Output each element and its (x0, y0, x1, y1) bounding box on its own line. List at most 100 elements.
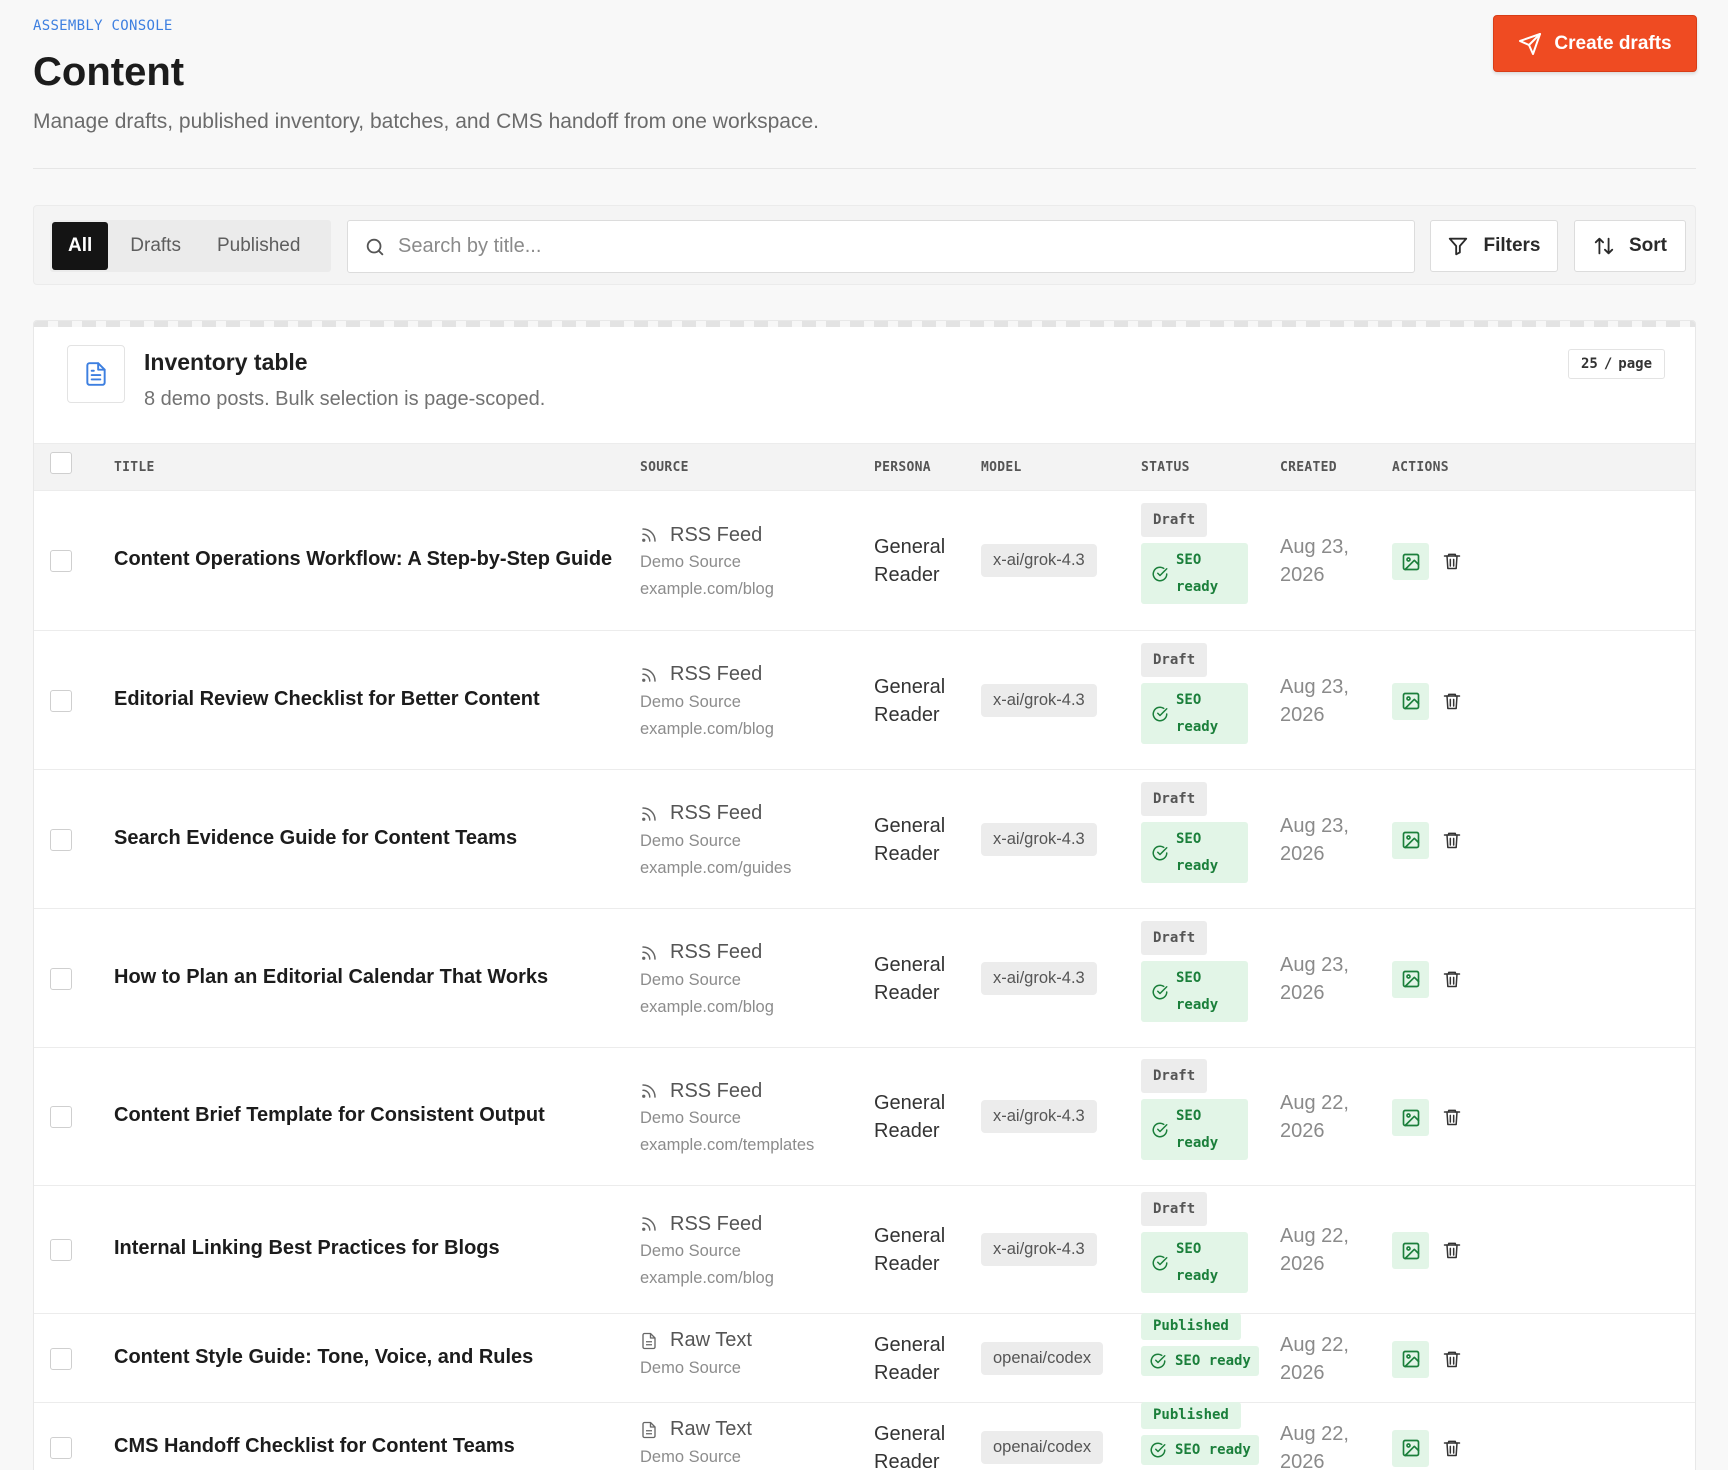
per-page-select[interactable]: 25 / page (1567, 349, 1665, 379)
per-page-sep: / (1603, 356, 1613, 372)
row-checkbox[interactable] (50, 828, 72, 851)
check-circle-icon (1152, 1122, 1168, 1138)
status-badge: Draft (1141, 642, 1208, 677)
persona-cell: General Reader (874, 1222, 945, 1278)
status-badge: Published (1141, 1401, 1241, 1429)
header-divider (33, 168, 1696, 169)
created-date: Aug 23, 2026 (1280, 951, 1349, 1007)
persona-line1: General (874, 1092, 946, 1114)
source-cell: RSS Feed Demo Source example.com/blog (640, 661, 774, 743)
row-checkbox[interactable] (50, 550, 72, 572)
table-row[interactable]: Content Operations Workflow: A Step-by-S… (34, 491, 1695, 631)
created-line2: 2026 (1280, 1361, 1325, 1384)
seo-label-line2: ready (1176, 857, 1219, 874)
column-title[interactable]: TITLE (114, 460, 155, 475)
search-input[interactable] (398, 235, 1378, 258)
source-url: example.com/blog (640, 580, 774, 598)
generate-image-button[interactable] (1392, 821, 1429, 859)
generate-image-button[interactable] (1392, 1340, 1429, 1378)
model-badge: x-ai/grok-4.3 (981, 683, 1097, 717)
source-cell: RSS Feed Demo Source example.com/blog (640, 521, 774, 603)
table-row[interactable]: How to Plan an Editorial Calendar That W… (34, 909, 1695, 1048)
column-source[interactable]: SOURCE (640, 460, 689, 475)
persona-line2: Reader (874, 703, 940, 726)
source-url: example.com/guides (640, 858, 792, 877)
row-checkbox[interactable] (50, 689, 72, 712)
created-line2: 2026 (1280, 703, 1325, 726)
image-icon (1402, 1109, 1419, 1126)
sort-button[interactable]: Sort (1574, 220, 1686, 272)
source-type: RSS Feed (640, 661, 774, 689)
column-persona[interactable]: PERSONA (874, 460, 931, 475)
row-checkbox[interactable] (50, 967, 72, 990)
persona-line2: Reader (874, 1361, 940, 1384)
table-row[interactable]: Content Style Guide: Tone, Voice, and Ru… (34, 1312, 1695, 1403)
status-badge: Draft (1141, 503, 1208, 537)
post-title[interactable]: Search Evidence Guide for Content Teams (114, 827, 517, 850)
delete-button[interactable] (1440, 827, 1464, 853)
post-title[interactable]: How to Plan an Editorial Calendar That W… (114, 966, 548, 989)
check-circle-icon (1152, 705, 1168, 721)
seo-label-line1: SEO (1176, 969, 1202, 986)
created-date: Aug 22, 2026 (1280, 1089, 1349, 1145)
created-date: Aug 22, 2026 (1280, 1420, 1349, 1470)
delete-button[interactable] (1440, 1346, 1464, 1372)
filters-button[interactable]: Filters (1430, 220, 1558, 272)
tab-drafts[interactable]: Drafts (112, 222, 199, 270)
delete-button[interactable] (1440, 548, 1464, 574)
trash-icon (1443, 1242, 1461, 1259)
select-all-checkbox[interactable] (50, 452, 72, 474)
column-status[interactable]: STATUS (1141, 460, 1190, 475)
check-circle-icon (1150, 1441, 1166, 1457)
created-line1: Aug 22, (1280, 1422, 1349, 1445)
table-row[interactable]: Internal Linking Best Practices for Blog… (34, 1186, 1695, 1314)
create-drafts-button[interactable]: Create drafts (1493, 15, 1697, 72)
persona-line2: Reader (874, 1450, 940, 1470)
table-row[interactable]: Editorial Review Checklist for Better Co… (34, 631, 1695, 770)
post-title[interactable]: Internal Linking Best Practices for Blog… (114, 1237, 500, 1260)
post-title[interactable]: Content Style Guide: Tone, Voice, and Ru… (114, 1346, 533, 1369)
rss-icon (642, 1084, 656, 1098)
toolbar: All Drafts Published Filters Sort (33, 205, 1696, 285)
seo-ready-badge: SEO ready (1141, 1345, 1259, 1376)
post-title[interactable]: Editorial Review Checklist for Better Co… (114, 688, 540, 711)
post-title[interactable]: Content Operations Workflow: A Step-by-S… (114, 548, 612, 571)
delete-button[interactable] (1440, 1435, 1464, 1461)
column-model[interactable]: MODEL (981, 460, 1022, 475)
post-title[interactable]: CMS Handoff Checklist for Content Teams (114, 1435, 515, 1458)
post-title[interactable]: Content Brief Template for Consistent Ou… (114, 1104, 545, 1127)
delete-button[interactable] (1440, 1237, 1464, 1263)
generate-image-button[interactable] (1392, 682, 1429, 720)
row-checkbox[interactable] (50, 1436, 72, 1459)
delete-button[interactable] (1440, 966, 1464, 992)
tab-all[interactable]: All (52, 222, 109, 270)
source-url: example.com/blog (640, 997, 774, 1016)
status-badge: Draft (1141, 1059, 1208, 1093)
model-badge: x-ai/grok-4.3 (981, 544, 1097, 577)
row-checkbox[interactable] (50, 1106, 72, 1128)
filters-label: Filters (1483, 235, 1541, 256)
source-type-label: RSS Feed (670, 1079, 763, 1102)
generate-image-button[interactable] (1392, 1099, 1429, 1136)
source-cell: RSS Feed Demo Source example.com/blog (640, 1210, 774, 1292)
delete-button[interactable] (1440, 1104, 1464, 1130)
table-row[interactable]: Search Evidence Guide for Content Teams … (34, 770, 1695, 909)
row-checkbox[interactable] (50, 1239, 72, 1261)
model-badge: openai/codex (981, 1430, 1104, 1464)
delete-button[interactable] (1440, 688, 1464, 714)
filter-icon (1449, 237, 1468, 256)
generate-image-button[interactable] (1392, 960, 1429, 998)
generate-image-button[interactable] (1392, 543, 1429, 580)
generate-image-button[interactable] (1392, 1232, 1429, 1269)
image-icon (1402, 1242, 1419, 1259)
tab-published[interactable]: Published (199, 222, 318, 270)
generate-image-button[interactable] (1392, 1429, 1429, 1467)
check-circle-icon (1150, 1352, 1166, 1368)
column-created[interactable]: CREATED (1280, 460, 1337, 475)
table-row[interactable]: Content Brief Template for Consistent Ou… (34, 1048, 1695, 1186)
seo-label-line2: ready (1176, 996, 1219, 1013)
row-checkbox[interactable] (50, 1347, 72, 1370)
text-file-icon (642, 1421, 656, 1438)
table-row[interactable]: CMS Handoff Checklist for Content Teams … (34, 1401, 1695, 1470)
trash-icon (1443, 971, 1461, 987)
